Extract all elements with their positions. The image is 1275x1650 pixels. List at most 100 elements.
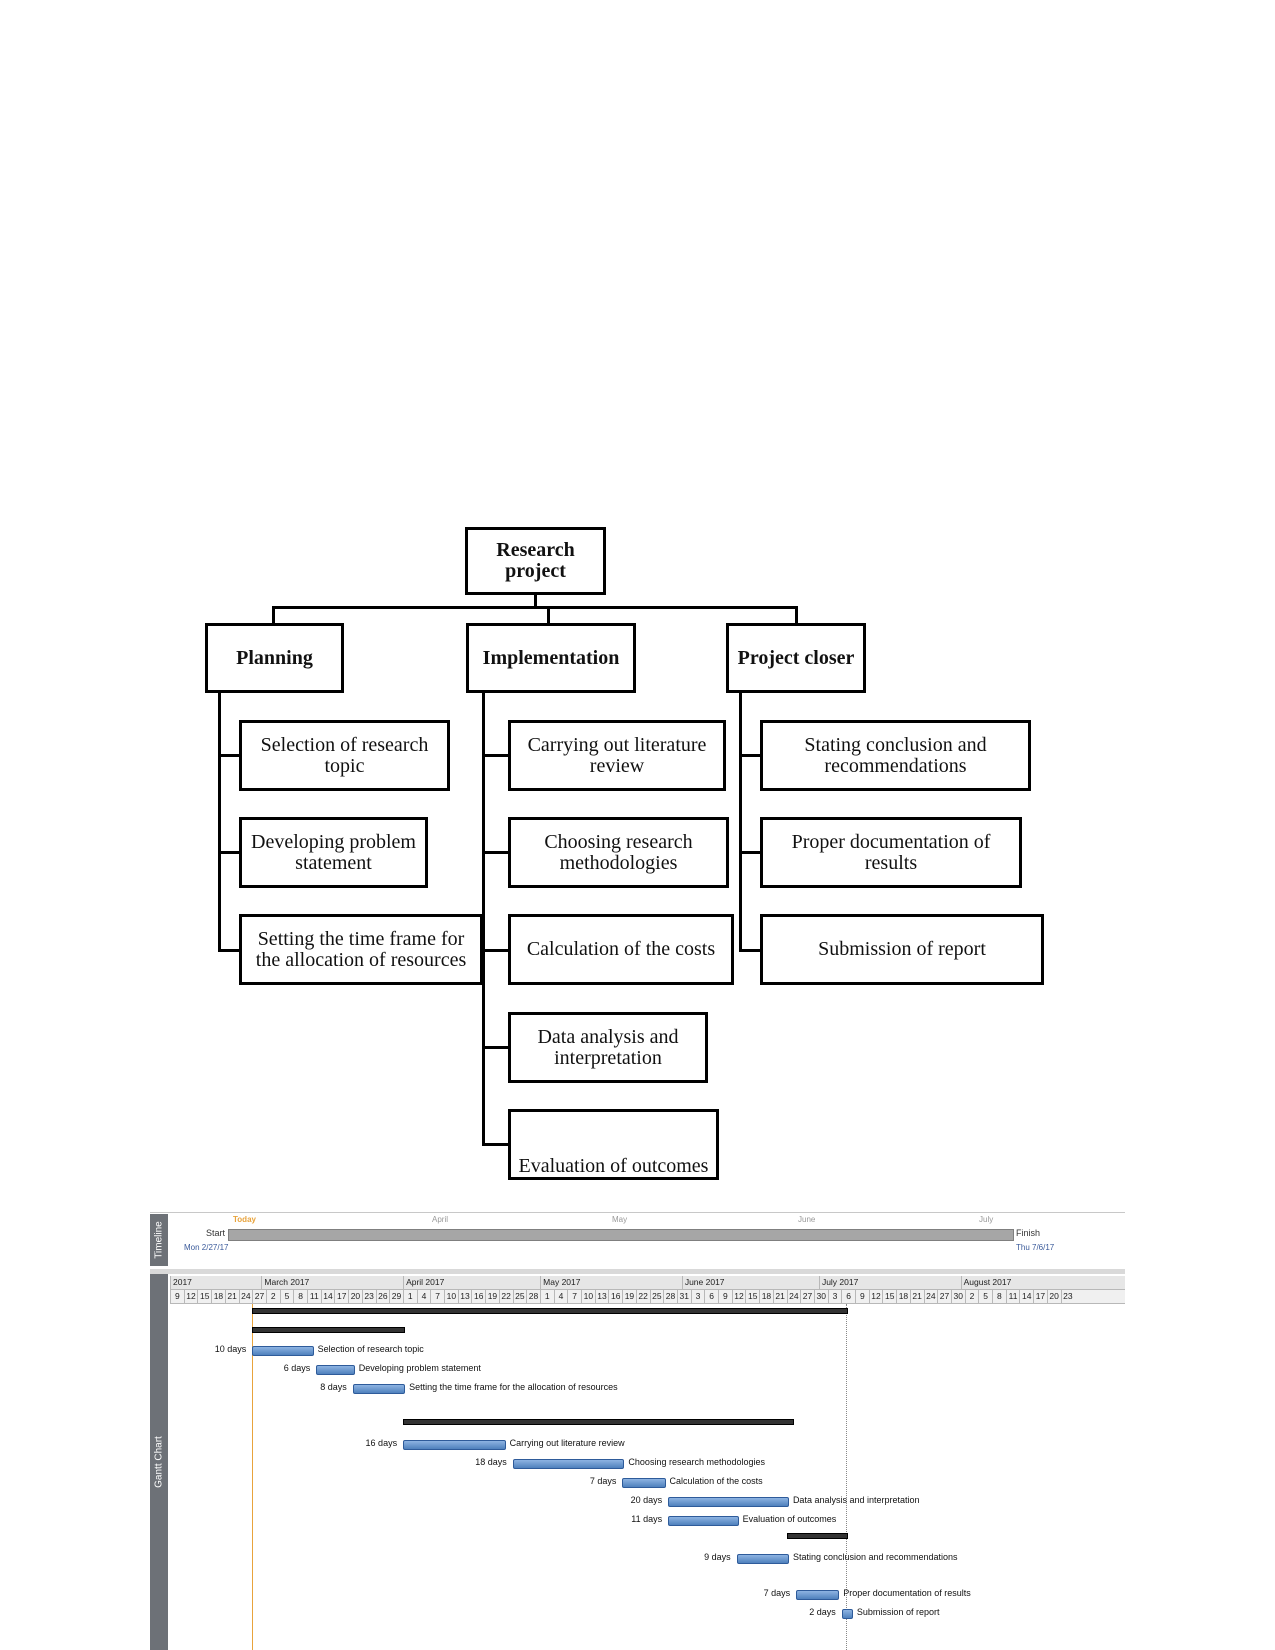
timescale-day: 21 — [224, 1290, 239, 1303]
gantt-tab-label: Gantt Chart — [153, 1436, 165, 1488]
task-label: Selection of research topic — [260, 733, 429, 777]
task-name: Submission of report — [856, 1607, 940, 1617]
task-duration: 2 days — [809, 1607, 836, 1617]
task-duration: 18 days — [475, 1457, 507, 1467]
task-duration: 11 days — [631, 1514, 663, 1524]
task-bar[interactable] — [668, 1516, 739, 1526]
task-label: Setting the time frame for the allocatio… — [255, 927, 467, 971]
timescale-day: 15 — [745, 1290, 759, 1303]
task-bar[interactable] — [841, 1609, 853, 1619]
connector — [482, 1046, 509, 1049]
task-duration: 10 days — [214, 1344, 247, 1354]
timeline-today-label: Today — [233, 1215, 256, 1224]
timeline-tab[interactable]: Timeline — [150, 1214, 168, 1266]
timeline-bar[interactable] — [228, 1229, 1014, 1241]
wbs-phase-project-closer: Project closer — [726, 623, 866, 693]
timescale-day: 6 — [704, 1290, 718, 1303]
timescale-day: 31 — [676, 1290, 691, 1303]
timescale-months: 2017 March 2017 April 2017 May 2017 June 201… — [170, 1276, 1125, 1290]
summary-bar-project-closer[interactable] — [786, 1533, 849, 1539]
wbs-root-label: Research project — [496, 539, 575, 582]
wbs-task: Carrying out literature review — [508, 720, 726, 791]
timescale-day: 4 — [416, 1290, 431, 1303]
timescale-day: 27 — [252, 1290, 266, 1303]
timescale-day: 8 — [992, 1290, 1006, 1303]
connector — [218, 754, 240, 757]
wbs-task: Setting the time frame for the allocatio… — [239, 914, 483, 985]
task-bar[interactable] — [252, 1346, 314, 1356]
phase-label: Project closer — [737, 646, 855, 669]
task-bar[interactable] — [512, 1459, 625, 1469]
timescale-month: May 2017 — [540, 1276, 682, 1289]
timescale-day: 30 — [950, 1290, 965, 1303]
task-duration: 20 days — [630, 1495, 663, 1505]
task-bar[interactable] — [352, 1384, 406, 1394]
timescale-month: July 2017 — [818, 1276, 961, 1289]
timescale-day: 9 — [855, 1290, 869, 1303]
timescale-day: 20 — [1046, 1290, 1061, 1303]
timescale-day: 12 — [868, 1290, 883, 1303]
task-bar[interactable] — [316, 1365, 355, 1375]
timeline-finish-label: Finish — [1016, 1228, 1041, 1238]
timescale-day: 16 — [471, 1290, 485, 1303]
timescale-day: 18 — [896, 1290, 910, 1303]
task-bar[interactable] — [403, 1440, 506, 1450]
timescale-day: 13 — [457, 1290, 472, 1303]
task-bar[interactable] — [668, 1497, 789, 1507]
timescale-day: 19 — [485, 1290, 499, 1303]
task-bar[interactable] — [736, 1554, 789, 1564]
summary-bar-implementation[interactable] — [403, 1419, 794, 1425]
timescale-day: 6 — [841, 1290, 855, 1303]
timescale-day: 25 — [649, 1290, 664, 1303]
task-label: Proper documentation of results — [791, 830, 991, 874]
task-bar[interactable] — [622, 1478, 666, 1488]
task-label: Choosing research methodologies — [544, 830, 693, 874]
wbs-task: Data analysis and interpretation — [508, 1012, 708, 1083]
connector — [739, 851, 761, 854]
task-name: Setting the time frame for the allocatio… — [409, 1382, 618, 1392]
timescale-day: 22 — [498, 1290, 513, 1303]
task-name: Evaluation of outcomes — [742, 1514, 837, 1524]
timescale-day: 1 — [539, 1290, 554, 1303]
timescale-month: August 2017 — [960, 1276, 1107, 1289]
connector — [272, 606, 275, 624]
timeline-month: June — [798, 1215, 816, 1224]
task-bar[interactable] — [796, 1590, 840, 1600]
wbs-task: Stating conclusion and recommendations — [760, 720, 1031, 791]
wbs-task: Evaluation of outcomes — [508, 1109, 719, 1180]
connector — [482, 851, 509, 854]
timeline-tab-label: Timeline — [153, 1221, 165, 1259]
timescale-day: 1 — [402, 1290, 417, 1303]
task-name: Carrying out literature review — [509, 1438, 625, 1448]
timescale-day: 18 — [211, 1290, 225, 1303]
timescale-day: 15 — [197, 1290, 211, 1303]
wbs-task: Proper documentation of results — [760, 817, 1022, 888]
wbs-task: Submission of report — [760, 914, 1044, 985]
wbs-task: Selection of research topic — [239, 720, 450, 791]
connector — [739, 754, 761, 757]
task-duration: 9 days — [704, 1552, 731, 1562]
timeline-month: May — [612, 1215, 628, 1224]
timescale-day: 25 — [512, 1290, 527, 1303]
timescale-day: 7 — [430, 1290, 444, 1303]
timescale-month: June 2017 — [681, 1276, 819, 1289]
timescale-day: 5 — [279, 1290, 294, 1303]
timescale-day: 11 — [1005, 1290, 1020, 1303]
summary-bar-planning[interactable] — [252, 1327, 406, 1333]
wbs-phase-implementation: Implementation — [466, 623, 636, 693]
connector — [272, 606, 798, 609]
project-summary-bar[interactable] — [252, 1308, 849, 1314]
connector — [795, 606, 798, 624]
timescale-day: 23 — [361, 1290, 376, 1303]
timescale-month: 2017 — [170, 1276, 261, 1289]
task-name: Choosing research methodologies — [628, 1457, 766, 1467]
connector — [218, 692, 221, 952]
pane-splitter[interactable] — [150, 1269, 1125, 1274]
task-name: Selection of research topic — [317, 1344, 424, 1354]
timescale-day: 14 — [320, 1290, 335, 1303]
timescale-day: 24 — [923, 1290, 938, 1303]
timescale-day: 29 — [389, 1290, 403, 1303]
task-name: Proper documentation of results — [843, 1588, 971, 1598]
gantt-chart-tab[interactable]: Gantt Chart — [150, 1274, 168, 1650]
task-duration: 7 days — [589, 1476, 617, 1486]
